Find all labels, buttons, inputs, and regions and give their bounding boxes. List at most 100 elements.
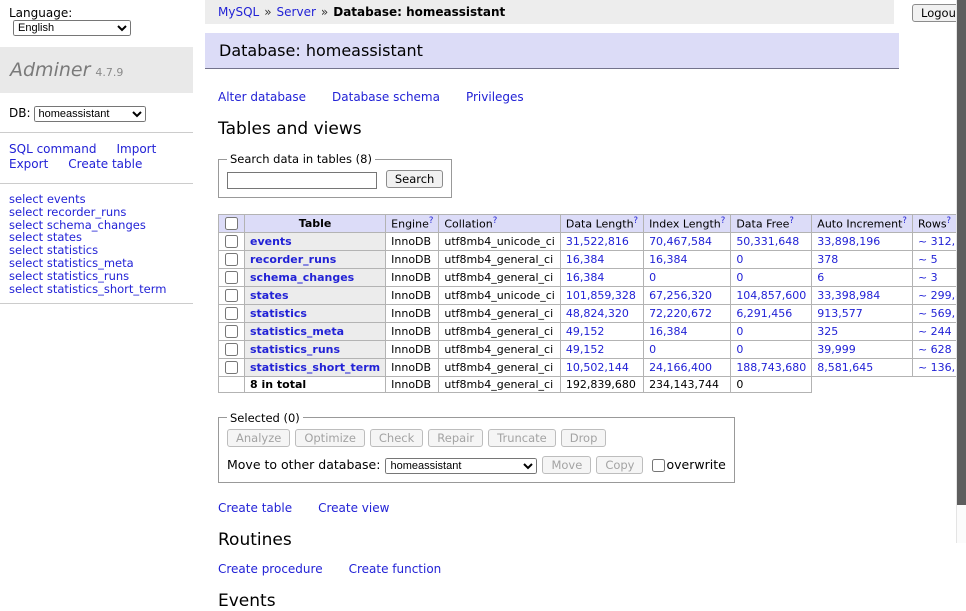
create-table-link[interactable]: Create table	[218, 501, 292, 515]
row-checkbox-statistics[interactable]	[225, 307, 238, 320]
collation-cell: utf8mb4_unicode_ci	[439, 232, 560, 250]
nav-database-schema[interactable]: Database schema	[332, 90, 440, 104]
language-select[interactable]: English	[13, 20, 131, 36]
data-free-cell[interactable]: 0	[731, 268, 812, 286]
engine-cell: InnoDB	[386, 376, 439, 392]
sidebar-select-statistics-runs[interactable]: select statistics_runs	[9, 270, 193, 283]
row-checkbox-statistics_runs[interactable]	[225, 343, 238, 356]
search-input[interactable]	[227, 172, 377, 189]
copy-button[interactable]: Copy	[596, 456, 643, 474]
index-length-cell[interactable]: 0	[644, 268, 731, 286]
help-link[interactable]: ?	[947, 216, 952, 226]
index-length-cell[interactable]: 16,384	[644, 322, 731, 340]
row-checkbox-events[interactable]	[225, 235, 238, 248]
select-all-checkbox[interactable]	[225, 217, 238, 230]
data-free-cell[interactable]: 0	[731, 250, 812, 268]
help-link[interactable]: ?	[789, 216, 794, 226]
create-function-link[interactable]: Create function	[349, 562, 442, 576]
move-db-select[interactable]: homeassistant	[385, 458, 537, 474]
data-free-cell[interactable]: 0	[731, 322, 812, 340]
row-checkbox-statistics_meta[interactable]	[225, 325, 238, 338]
move-button[interactable]: Move	[542, 456, 591, 474]
data-length-cell[interactable]: 101,859,328	[560, 286, 643, 304]
sidebar-select-events[interactable]: select events	[9, 193, 193, 206]
database-nav-links: Alter database Database schema Privileges	[218, 90, 905, 104]
auto-increment-cell[interactable]: 33,398,984	[812, 286, 913, 304]
search-button[interactable]: Search	[386, 170, 444, 188]
help-link[interactable]: ?	[493, 216, 498, 226]
auto-increment-cell[interactable]: 325	[812, 322, 913, 340]
sidebar-select-statistics-meta[interactable]: select statistics_meta	[9, 257, 193, 270]
row-checkbox-statistics_short_term[interactable]	[225, 361, 238, 374]
truncate-button[interactable]: Truncate	[488, 429, 556, 447]
data-free-cell[interactable]: 188,743,680	[731, 358, 812, 376]
data-free-cell[interactable]: 104,857,600	[731, 286, 812, 304]
auto-increment-cell[interactable]: 8,581,645	[812, 358, 913, 376]
sidebar-select-statistics-short-term[interactable]: select statistics_short_term	[9, 283, 193, 296]
row-checkbox-schema_changes[interactable]	[225, 271, 238, 284]
row-checkbox-states[interactable]	[225, 289, 238, 302]
data-free-cell[interactable]: 50,331,648	[731, 232, 812, 250]
data-length-cell[interactable]: 31,522,816	[560, 232, 643, 250]
table-link-schema-changes[interactable]: schema_changes	[250, 271, 354, 284]
table-link-recorder-runs[interactable]: recorder_runs	[250, 253, 336, 266]
total-row: 8 in totalInnoDButf8mb4_general_ci192,83…	[219, 376, 966, 392]
index-length-cell[interactable]: 0	[644, 340, 731, 358]
help-link[interactable]: ?	[721, 216, 726, 226]
index-length-cell[interactable]: 70,467,584	[644, 232, 731, 250]
data-length-cell[interactable]: 16,384	[560, 250, 643, 268]
table-link-statistics-meta[interactable]: statistics_meta	[250, 325, 344, 338]
table-link-states[interactable]: states	[250, 289, 289, 302]
db-select[interactable]: homeassistant	[34, 106, 146, 122]
table-link-statistics-runs[interactable]: statistics_runs	[250, 343, 340, 356]
breadcrumb-server[interactable]: Server	[277, 5, 316, 19]
data-length-cell[interactable]: 16,384	[560, 268, 643, 286]
optimize-button[interactable]: Optimize	[295, 429, 365, 447]
vertical-scrollbar[interactable]	[956, 0, 966, 543]
help-link[interactable]: ?	[429, 216, 434, 226]
create-view-link[interactable]: Create view	[318, 501, 389, 515]
row-checkbox-recorder_runs[interactable]	[225, 253, 238, 266]
repair-button[interactable]: Repair	[428, 429, 483, 447]
help-link[interactable]: ?	[902, 216, 907, 226]
breadcrumb-mysql[interactable]: MySQL	[218, 5, 259, 19]
auto-increment-cell[interactable]: 378	[812, 250, 913, 268]
data-free-cell[interactable]: 6,291,456	[731, 304, 812, 322]
engine-cell: InnoDB	[386, 358, 439, 376]
auto-increment-cell[interactable]: 6	[812, 268, 913, 286]
auto-increment-cell[interactable]: 39,999	[812, 340, 913, 358]
create-procedure-link[interactable]: Create procedure	[218, 562, 323, 576]
data-length-cell[interactable]: 10,502,144	[560, 358, 643, 376]
index-length-cell[interactable]: 16,384	[644, 250, 731, 268]
help-link[interactable]: ?	[634, 216, 639, 226]
table-link-statistics-short-term[interactable]: statistics_short_term	[250, 361, 380, 374]
data-free-cell[interactable]: 0	[731, 340, 812, 358]
check-button[interactable]: Check	[370, 429, 423, 447]
table-link-statistics[interactable]: statistics	[250, 307, 307, 320]
drop-button[interactable]: Drop	[561, 429, 607, 447]
page-title: Database: homeassistant	[205, 33, 899, 69]
table-row: statistics_metaInnoDButf8mb4_general_ci4…	[219, 322, 966, 340]
sidebar-action-export[interactable]: Export	[9, 157, 48, 171]
collation-cell: utf8mb4_general_ci	[439, 250, 560, 268]
index-length-cell[interactable]: 67,256,320	[644, 286, 731, 304]
data-length-cell[interactable]: 49,152	[560, 322, 643, 340]
scrollbar-thumb[interactable]	[957, 0, 966, 505]
sidebar-action-sql-command[interactable]: SQL command	[9, 142, 96, 156]
sidebar-action-create-table[interactable]: Create table	[68, 157, 142, 171]
analyze-button[interactable]: Analyze	[227, 429, 290, 447]
data-length-cell[interactable]: 49,152	[560, 340, 643, 358]
table-link-events[interactable]: events	[250, 235, 292, 248]
index-length-cell[interactable]: 72,220,672	[644, 304, 731, 322]
overwrite-checkbox[interactable]	[652, 459, 665, 472]
auto-increment-cell[interactable]: 33,898,196	[812, 232, 913, 250]
auto-increment-cell[interactable]: 913,577	[812, 304, 913, 322]
index-length-cell[interactable]: 24,166,400	[644, 358, 731, 376]
sidebar-select-recorder-runs[interactable]: select recorder_runs	[9, 206, 193, 219]
nav-alter-database[interactable]: Alter database	[218, 90, 306, 104]
data-length-cell[interactable]: 48,824,320	[560, 304, 643, 322]
sidebar-action-import[interactable]: Import	[116, 142, 156, 156]
nav-privileges[interactable]: Privileges	[466, 90, 524, 104]
table-name-cell: recorder_runs	[245, 250, 386, 268]
total-number-cell: 192,839,680	[560, 376, 643, 392]
